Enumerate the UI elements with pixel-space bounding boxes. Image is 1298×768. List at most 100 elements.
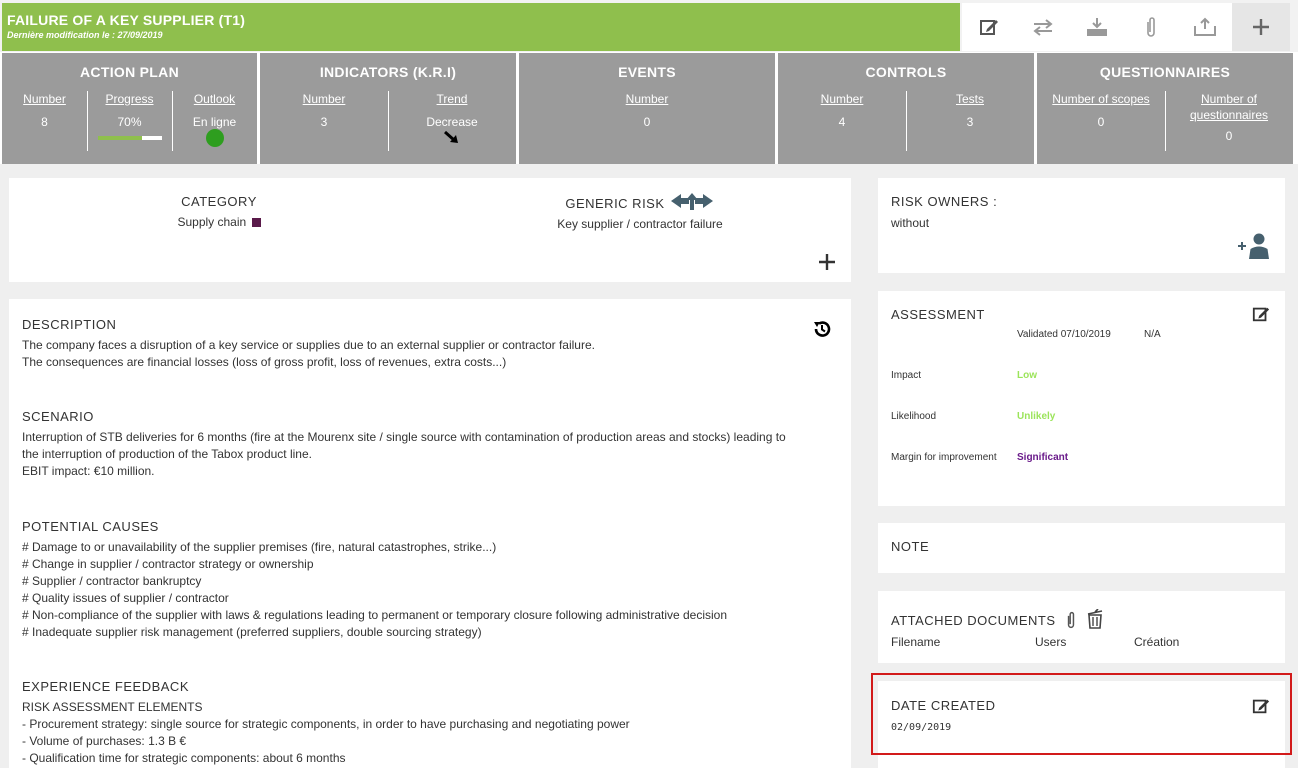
attached-documents-card: ATTACHED DOCUMENTS Filename Users Créati… (878, 591, 1285, 663)
kpi-col-number[interactable]: Number 3 (260, 91, 388, 149)
add-owner-icon[interactable] (1237, 232, 1271, 260)
description-title: DESCRIPTION (22, 317, 117, 332)
text-line: the interruption of production of the Ta… (22, 447, 312, 461)
generic-risk-title-row: GENERIC RISK (529, 192, 751, 212)
kpi-label[interactable]: Number (260, 91, 388, 107)
upload-button[interactable] (1178, 3, 1232, 51)
text-line: RISK ASSESSMENT ELEMENTS (22, 700, 203, 714)
kpi-questionnaires[interactable]: QUESTIONNAIRES Number of scopes 0 Number… (1037, 53, 1293, 164)
paperclip-icon[interactable] (1066, 611, 1076, 629)
edit-button[interactable] (962, 3, 1016, 51)
delete-attachments-icon[interactable] (1086, 608, 1104, 629)
kpi-col-scopes[interactable]: Number of scopes 0 (1037, 91, 1165, 143)
kpi-value: 4 (838, 115, 846, 129)
upload-icon (1194, 17, 1216, 36)
kpi-col-progress[interactable]: Progress 70% (87, 91, 172, 151)
last-modified: Dernière modification le : 27/09/2019 (7, 30, 163, 40)
scenario-section: SCENARIO Interruption of STB deliveries … (22, 409, 842, 480)
trend-down-arrow-icon (444, 130, 458, 143)
kpi-events[interactable]: EVENTS Number 0 (519, 53, 775, 164)
text-line: # Quality issues of supplier / contracto… (22, 591, 229, 605)
kpi-col-questionnaires[interactable]: Number of questionnaires 0 (1165, 91, 1293, 151)
kpi-label[interactable]: Number (519, 91, 775, 107)
column-filename[interactable]: Filename (891, 634, 940, 651)
plus-icon (1253, 19, 1269, 35)
kpi-label[interactable]: Number (778, 91, 906, 107)
text-line: - Qualification time for strategic compo… (22, 751, 346, 765)
kpi-value: 3 (966, 115, 974, 129)
scenario-title: SCENARIO (22, 409, 94, 424)
highlight-box (871, 673, 1292, 755)
kpi-label[interactable]: Tests (906, 91, 1034, 107)
add-button[interactable] (1232, 3, 1290, 51)
kpi-action-plan[interactable]: ACTION PLAN Number 8 Progress 70% Outloo… (2, 53, 257, 164)
transfer-button[interactable] (1016, 3, 1070, 51)
kpi-col-number[interactable]: Number 4 (778, 91, 906, 129)
kpi-value: En ligne (192, 115, 237, 129)
edit-assessment-icon[interactable] (1252, 305, 1270, 323)
kpi-label[interactable]: questionnaires (1165, 107, 1293, 123)
note-title: NOTE (891, 539, 930, 554)
column-creation[interactable]: Création (1134, 634, 1179, 651)
kpi-value: 0 (643, 115, 651, 129)
kpi-col-number[interactable]: Number 8 (2, 91, 87, 147)
category-color-swatch (251, 218, 261, 227)
assessment-na: N/A (1144, 329, 1161, 340)
impact-label: Impact (891, 370, 922, 381)
text-line: The company faces a disruption of a key … (22, 338, 595, 352)
attach-button[interactable] (1124, 3, 1178, 51)
kpi-strip: ACTION PLAN Number 8 Progress 70% Outloo… (0, 52, 1298, 164)
note-card[interactable]: NOTE (878, 523, 1285, 573)
feedback-text: RISK ASSESSMENT ELEMENTS - Procurement s… (22, 699, 842, 767)
attached-title-row: ATTACHED DOCUMENTS (891, 608, 1104, 629)
download-icon (1087, 18, 1107, 36)
attached-title: ATTACHED DOCUMENTS (891, 613, 1056, 628)
scenario-text: Interruption of STB deliveries for 6 mon… (22, 429, 842, 480)
kpi-indicators[interactable]: INDICATORS (K.R.I) Number 3 Trend Decrea… (260, 53, 516, 164)
category-value-row: Supply chain (129, 214, 309, 231)
kpi-title: EVENTS (618, 64, 676, 80)
details-card: DESCRIPTION The company faces a disrupti… (9, 299, 851, 768)
kpi-col-number[interactable]: Number 0 (519, 91, 775, 129)
causes-text: # Damage to or unavailability of the sup… (22, 539, 842, 641)
toolbar (962, 3, 1290, 51)
progress-fill (97, 136, 143, 140)
kpi-label[interactable]: Progress (87, 91, 172, 107)
edit-icon (980, 20, 998, 35)
generic-risk-icon (670, 193, 713, 210)
add-generic-risk-icon[interactable] (819, 254, 835, 270)
kpi-label[interactable]: Number of (1165, 91, 1293, 107)
kpi-controls[interactable]: CONTROLS Number 4 Tests 3 (778, 53, 1034, 164)
kpi-value: 70% (117, 115, 142, 129)
kpi-label[interactable]: Number (2, 91, 87, 107)
kpi-label[interactable]: Number of scopes (1037, 91, 1165, 107)
impact-value: Low (1017, 370, 1037, 381)
generic-risk-title: GENERIC RISK (565, 196, 665, 211)
category-title: CATEGORY (181, 194, 257, 209)
likelihood-label: Likelihood (891, 411, 937, 422)
kpi-label[interactable]: Trend (388, 91, 516, 107)
feedback-section: EXPERIENCE FEEDBACK RISK ASSESSMENT ELEM… (22, 679, 842, 767)
generic-risk-block: GENERIC RISK Key supplier / contractor f… (529, 192, 751, 233)
kpi-col-trend[interactable]: Trend Decrease (388, 91, 516, 151)
column-users[interactable]: Users (1035, 634, 1066, 651)
text-line: # Change in supplier / contractor strate… (22, 557, 314, 571)
text-line: EBIT impact: €10 million. (22, 464, 155, 478)
text-line: # Damage to or unavailability of the sup… (22, 540, 497, 554)
kpi-value: 8 (41, 115, 48, 129)
kpi-title: CONTROLS (865, 64, 947, 80)
margin-label: Margin for improvement (891, 452, 997, 463)
kpi-col-tests[interactable]: Tests 3 (906, 91, 1034, 151)
category-block: CATEGORY Supply chain (129, 194, 309, 231)
description-section: DESCRIPTION The company faces a disrupti… (22, 317, 832, 371)
kpi-label[interactable]: Outlook (172, 91, 257, 107)
kpi-value: 0 (1225, 129, 1233, 143)
download-button[interactable] (1070, 3, 1124, 51)
generic-risk-value: Key supplier / contractor failure (557, 217, 723, 231)
outlook-status-dot (205, 129, 224, 147)
text-line: - Volume of purchases: 1.3 B € (22, 734, 187, 748)
kpi-value: 0 (1097, 115, 1105, 129)
kpi-col-outlook[interactable]: Outlook En ligne (172, 91, 257, 151)
kpi-title: ACTION PLAN (80, 64, 179, 80)
text-line: - Procurement strategy: single source fo… (22, 717, 630, 731)
